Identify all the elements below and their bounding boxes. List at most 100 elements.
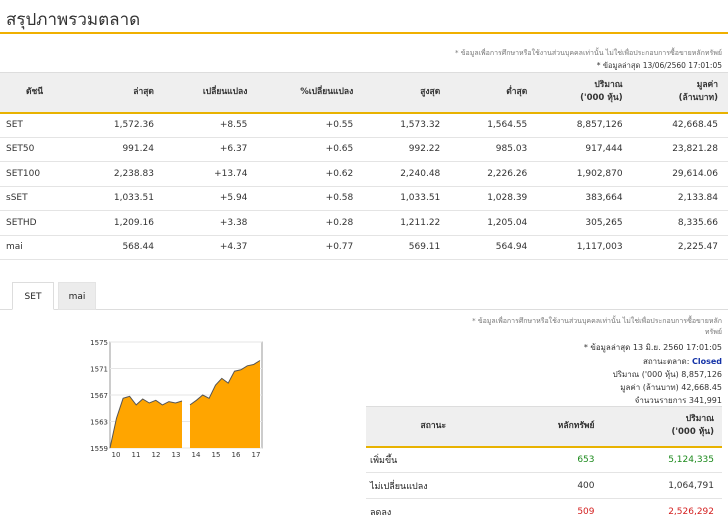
market-status-value: Closed [691,357,722,366]
market-disclaimer-line2: ทรัพย์ [704,328,722,336]
disclaimer-note: * ข้อมูลเพื่อการศึกษาหรือใช้งานส่วนบุคคล… [455,49,722,57]
high-value: 2,240.48 [363,161,451,187]
last-value: 2,238.83 [76,161,164,187]
last-value: 1,033.51 [76,186,164,211]
index-name[interactable]: SET50 [0,137,77,162]
change-value: +3.38 [163,210,258,236]
x-tick-label: 16 [232,451,241,459]
pct-change-value: +0.58 [257,186,364,211]
tab-mai[interactable]: mai [58,282,96,310]
breadth-row: ไม่เปลี่ยนแปลง 400 1,064,791 [366,472,722,499]
breadth-label: ลดลง [366,498,501,524]
col-breadth-volume: ปริมาณ ('000 หุ้น) [602,406,722,448]
table-header-row: ดัชนี ล่าสุด เปลี่ยนแปลง %เปลี่ยนแปลง สู… [0,72,728,114]
high-value: 569.11 [363,235,451,260]
col-high: สูงสุด [363,72,451,114]
low-value: 564.94 [450,235,538,260]
value-value: 29,614.06 [632,161,728,187]
y-tick-label: 1563 [90,419,108,427]
market-volume-value: 8,857,126 [681,370,722,379]
pct-change-value: +0.28 [257,210,364,236]
y-tick-label: 1567 [90,392,108,400]
col-value-line2: (ล้านบาท) [678,93,718,104]
last-value: 1,572.36 [76,112,164,138]
pct-change-value: +0.65 [257,137,364,162]
index-name[interactable]: SET100 [0,161,77,187]
col-change: เปลี่ยนแปลง [163,72,258,114]
market-volume: ปริมาณ ('000 หุ้น) 8,857,126 [613,368,722,381]
index-name[interactable]: SETHD [0,210,77,236]
breadth-count: 509 [500,498,603,524]
market-disclaimer-line1: * ข้อมูลเพื่อการศึกษาหรือใช้งานส่วนบุคคล… [472,317,722,325]
title-divider [0,32,728,34]
index-name[interactable]: sSET [0,186,77,211]
col-status: สถานะ [366,406,501,448]
breadth-volume: 1,064,791 [602,472,722,499]
change-value: +6.37 [163,137,258,162]
table-row: sSET 1,033.51 +5.94 +0.58 1,033.51 1,028.39 38… [0,186,728,211]
last-value: 568.44 [76,235,164,260]
x-tick-label: 12 [152,451,161,459]
pct-change-value: +0.62 [257,161,364,187]
market-status: สถานะตลาด: Closed [643,355,722,368]
low-value: 1,564.55 [450,112,538,138]
market-tabs: SET mai [0,282,728,310]
page-title: สรุปภาพรวมตลาด [6,10,141,30]
col-volume-line1: ปริมาณ [594,80,623,91]
col-pct-change: %เปลี่ยนแปลง [257,72,364,114]
value-value: 2,225.47 [632,235,728,260]
volume-value: 917,444 [537,137,633,162]
x-tick-label: 13 [172,451,181,459]
pct-change-value: +0.77 [257,235,364,260]
y-tick-label: 1559 [90,445,108,453]
change-value: +8.55 [163,112,258,138]
breadth-label: เพิ่มขึ้น [366,446,501,473]
value-value: 23,821.28 [632,137,728,162]
low-value: 985.03 [450,137,538,162]
low-value: 2,226.26 [450,161,538,187]
index-summary-table: ดัชนี ล่าสุด เปลี่ยนแปลง %เปลี่ยนแปลง สู… [0,72,728,260]
col-volume: ปริมาณ ('000 หุ้น) [537,72,633,114]
col-index: ดัชนี [0,72,77,114]
low-value: 1,205.04 [450,210,538,236]
x-tick-label: 10 [112,451,121,459]
table-row: SETHD 1,209.16 +3.38 +0.28 1,211.22 1,205.04 3… [0,210,728,236]
market-trades-value: 341,991 [688,396,722,405]
last-value: 1,209.16 [76,210,164,236]
index-name: mai [0,235,77,260]
col-value-line1: มูลค่า [696,80,718,91]
col-breadth-volume-line1: ปริมาณ [685,414,714,425]
high-value: 1,033.51 [363,186,451,211]
col-value: มูลค่า (ล้านบาท) [632,72,728,114]
set-intraday-chart: 1575 1571 1567 1563 1559 10 11 12 13 14 15 16 17 [90,339,263,459]
x-tick-label: 15 [212,451,221,459]
y-tick-label: 1571 [90,366,108,374]
breadth-header-row: สถานะ หลักทรัพย์ ปริมาณ ('000 หุ้น) [366,406,722,448]
breadth-count: 400 [500,472,603,499]
change-value: +4.37 [163,235,258,260]
x-tick-label: 11 [132,451,141,459]
market-value: มูลค่า (ล้านบาท) 42,668.45 [620,381,722,394]
table-row: SET100 2,238.83 +13.74 +0.62 2,240.48 2,226.2… [0,161,728,187]
col-volume-line2: ('000 หุ้น) [580,93,623,104]
volume-value: 383,664 [537,186,633,211]
market-status-label: สถานะตลาด: [642,357,690,366]
breadth-row: เพิ่มขึ้น 653 5,124,335 [366,446,722,473]
last-updated-note: * ข้อมูลล่าสุด 13/06/2560 17:01:05 [596,61,722,70]
volume-value: 1,902,870 [537,161,633,187]
breadth-volume: 5,124,335 [602,446,722,473]
pct-change-value: +0.55 [257,112,364,138]
breadth-row: ลดลง 509 2,526,292 [366,498,722,524]
volume-value: 305,265 [537,210,633,236]
change-value: +13.74 [163,161,258,187]
value-value: 8,335.66 [632,210,728,236]
x-tick-label: 17 [252,451,261,459]
high-value: 1,573.32 [363,112,451,138]
table-row: SET50 991.24 +6.37 +0.65 992.22 985.03 917,444… [0,137,728,162]
volume-value: 1,117,003 [537,235,633,260]
x-tick-label: 14 [192,451,201,459]
market-trades-label: จำนวนรายการ [634,396,687,405]
y-tick-label: 1575 [90,339,108,347]
tab-set[interactable]: SET [12,282,54,310]
market-breadth-table: สถานะ หลักทรัพย์ ปริมาณ ('000 หุ้น) เพิ่ม… [366,406,722,524]
